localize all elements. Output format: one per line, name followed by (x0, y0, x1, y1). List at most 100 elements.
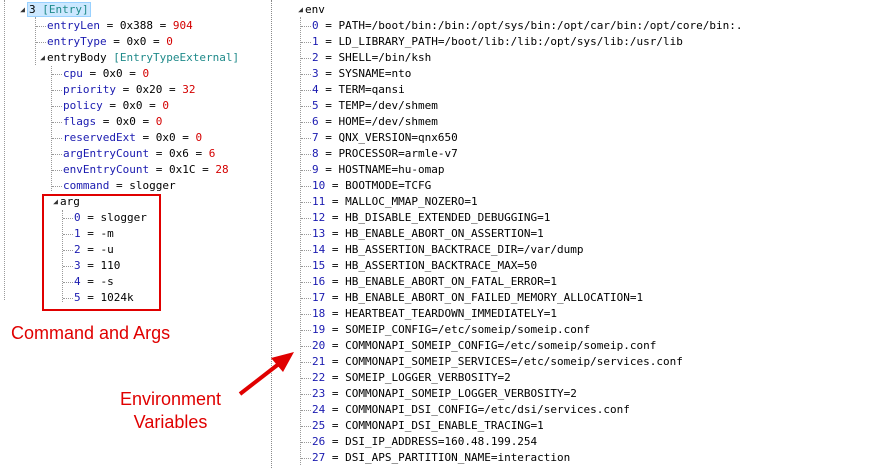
collapse-triangle-icon[interactable]: ◢ (18, 2, 27, 18)
env-value: HB_ASSERTION_BACKTRACE_DIR=/var/dump (345, 243, 584, 256)
env-value: COMMONAPI_DSI_ENABLE_TRACING=1 (345, 419, 544, 432)
env-index: 11 (312, 195, 326, 208)
env-item[interactable]: 12 = HB_DISABLE_EXTENDED_DEBUGGING=1 (301, 210, 550, 226)
env-value: HB_DISABLE_EXTENDED_DEBUGGING=1 (345, 211, 551, 224)
tree-connector (301, 377, 311, 379)
env-index: 0 (312, 19, 319, 32)
env-value: QNX_VERSION=qnx650 (338, 131, 458, 144)
env-item[interactable]: 2 = SHELL=/bin/ksh (301, 50, 431, 66)
tree-connector (301, 25, 311, 27)
tree-node-env-entry-count[interactable]: envEntryCount = 0x1C = 28 (52, 162, 229, 178)
env-item[interactable]: 27 = DSI_APS_PARTITION_NAME=interaction (301, 450, 570, 466)
env-index: 13 (312, 227, 326, 240)
env-item[interactable]: 0 = PATH=/boot/bin:/bin:/opt/sys/bin:/op… (301, 18, 742, 34)
environment-variables-annotation: Environment Variables (120, 389, 222, 432)
env-item[interactable]: 11 = MALLOC_MMAP_NOZERO=1 (301, 194, 478, 210)
env-index: 6 (312, 115, 319, 128)
tree-connector (301, 201, 311, 203)
env-item[interactable]: 7 = QNX_VERSION=qnx650 (301, 130, 458, 146)
env-item[interactable]: 20 = COMMONAPI_SOMEIP_CONFIG=/etc/someip… (301, 338, 656, 354)
tree-connector (301, 121, 311, 123)
env-item[interactable]: 8 = PROCESSOR=armle-v7 (301, 146, 458, 162)
env-value: SOMEIP_LOGGER_VERBOSITY=2 (345, 371, 511, 384)
env-item[interactable]: 22 = SOMEIP_LOGGER_VERBOSITY=2 (301, 370, 511, 386)
collapse-triangle-icon[interactable]: ◢ (296, 2, 305, 18)
env-index: 22 (312, 371, 326, 384)
entry-node-label[interactable]: 3 [Entry] (27, 2, 91, 17)
env-value: SHELL=/bin/ksh (338, 51, 432, 64)
env-item[interactable]: 10 = BOOTMODE=TCFG (301, 178, 431, 194)
env-index: 3 (312, 67, 319, 80)
env-item[interactable]: 19 = SOMEIP_CONFIG=/etc/someip/someip.co… (301, 322, 590, 338)
env-item[interactable]: 24 = COMMONAPI_DSI_CONFIG=/etc/dsi/servi… (301, 402, 630, 418)
env-index: 17 (312, 291, 326, 304)
env-value: HB_ENABLE_ABORT_ON_FAILED_MEMORY_ALLOCAT… (345, 291, 644, 304)
env-value: SYSNAME=nto (338, 67, 412, 80)
tree-node-command[interactable]: command = slogger (52, 178, 176, 194)
env-index: 8 (312, 147, 319, 160)
env-item[interactable]: 25 = COMMONAPI_DSI_ENABLE_TRACING=1 (301, 418, 544, 434)
tree-node-priority[interactable]: priority = 0x20 = 32 (52, 82, 195, 98)
tree-node-entry-len[interactable]: entryLen = 0x388 = 904 (36, 18, 193, 34)
env-value: COMMONAPI_SOMEIP_SERVICES=/etc/someip/se… (345, 355, 683, 368)
env-value: DSI_APS_PARTITION_NAME=interaction (345, 451, 571, 464)
tree-connector (301, 137, 311, 139)
env-item[interactable]: 5 = TEMP=/dev/shmem (301, 98, 438, 114)
env-item[interactable]: 18 = HEARTBEAT_TEARDOWN_IMMEDIATELY=1 (301, 306, 557, 322)
tree-node-entry-body[interactable]: ◢ entryBody [EntryTypeExternal] (38, 50, 239, 66)
env-index: 7 (312, 131, 319, 144)
tree-connector (301, 393, 311, 395)
env-tree-pane[interactable]: ◢ env 0 = PATH=/boot/bin:/bin:/opt/sys/bi… (273, 0, 872, 468)
collapse-triangle-icon[interactable]: ◢ (38, 50, 47, 66)
env-item[interactable]: 9 = HOSTNAME=hu-omap (301, 162, 444, 178)
env-index: 18 (312, 307, 326, 320)
tree-connector (301, 265, 311, 267)
env-index: 4 (312, 83, 319, 96)
env-item[interactable]: 3 = SYSNAME=nto (301, 66, 411, 82)
tree-node-flags[interactable]: flags = 0x0 = 0 (52, 114, 162, 130)
tree-node-env[interactable]: ◢ env (296, 2, 325, 18)
env-item[interactable]: 1 = LD_LIBRARY_PATH=/boot/lib:/lib:/opt/… (301, 34, 683, 50)
tree-connector (301, 457, 311, 459)
env-index: 10 (312, 179, 326, 192)
env-value: HEARTBEAT_TEARDOWN_IMMEDIATELY=1 (345, 307, 558, 320)
env-item[interactable]: 17 = HB_ENABLE_ABORT_ON_FAILED_MEMORY_AL… (301, 290, 643, 306)
tree-connector (301, 89, 311, 91)
env-index: 27 (312, 451, 326, 464)
env-value: HB_ENABLE_ABORT_ON_ASSERTION=1 (345, 227, 544, 240)
env-index: 20 (312, 339, 326, 352)
env-value: SOMEIP_CONFIG=/etc/someip/someip.conf (345, 323, 591, 336)
tree-connector (301, 345, 311, 347)
env-item[interactable]: 23 = COMMONAPI_SOMEIP_LOGGER_VERBOSITY=2 (301, 386, 577, 402)
env-item[interactable]: 16 = HB_ENABLE_ABORT_ON_FATAL_ERROR=1 (301, 274, 557, 290)
env-index: 9 (312, 163, 319, 176)
env-item[interactable]: 4 = TERM=qansi (301, 82, 405, 98)
env-item[interactable]: 21 = COMMONAPI_SOMEIP_SERVICES=/etc/some… (301, 354, 683, 370)
env-index: 2 (312, 51, 319, 64)
tree-connector (301, 329, 311, 331)
tree-node-policy[interactable]: policy = 0x0 = 0 (52, 98, 169, 114)
tree-node-reserved-ext[interactable]: reservedExt = 0x0 = 0 (52, 130, 202, 146)
tree-connector (301, 297, 311, 299)
tree-node-cpu[interactable]: cpu = 0x0 = 0 (52, 66, 149, 82)
env-item[interactable]: 15 = HB_ASSERTION_BACKTRACE_MAX=50 (301, 258, 537, 274)
env-value: BOOTMODE=TCFG (345, 179, 432, 192)
env-index: 24 (312, 403, 326, 416)
tree-connector (301, 425, 311, 427)
env-item[interactable]: 13 = HB_ENABLE_ABORT_ON_ASSERTION=1 (301, 226, 544, 242)
env-item[interactable]: 6 = HOME=/dev/shmem (301, 114, 438, 130)
env-item[interactable]: 14 = HB_ASSERTION_BACKTRACE_DIR=/var/dum… (301, 242, 584, 258)
tree-guide-line (4, 0, 5, 300)
tree-node-arg-entry-count[interactable]: argEntryCount = 0x6 = 6 (52, 146, 215, 162)
command-and-args-annotation: Command and Args (11, 323, 171, 343)
env-index: 12 (312, 211, 326, 224)
tree-node-entry-type[interactable]: entryType = 0x0 = 0 (36, 34, 173, 50)
env-value: TEMP=/dev/shmem (338, 99, 438, 112)
env-index: 25 (312, 419, 326, 432)
env-value: HB_ASSERTION_BACKTRACE_MAX=50 (345, 259, 538, 272)
tree-connector (301, 409, 311, 411)
tree-node-entry[interactable]: ◢ 3 [Entry] (18, 2, 91, 18)
env-item[interactable]: 26 = DSI_IP_ADDRESS=160.48.199.254 (301, 434, 537, 450)
env-value: PATH=/boot/bin:/bin:/opt/sys/bin:/opt/ca… (338, 19, 743, 32)
field-name: entryLen (47, 19, 100, 32)
